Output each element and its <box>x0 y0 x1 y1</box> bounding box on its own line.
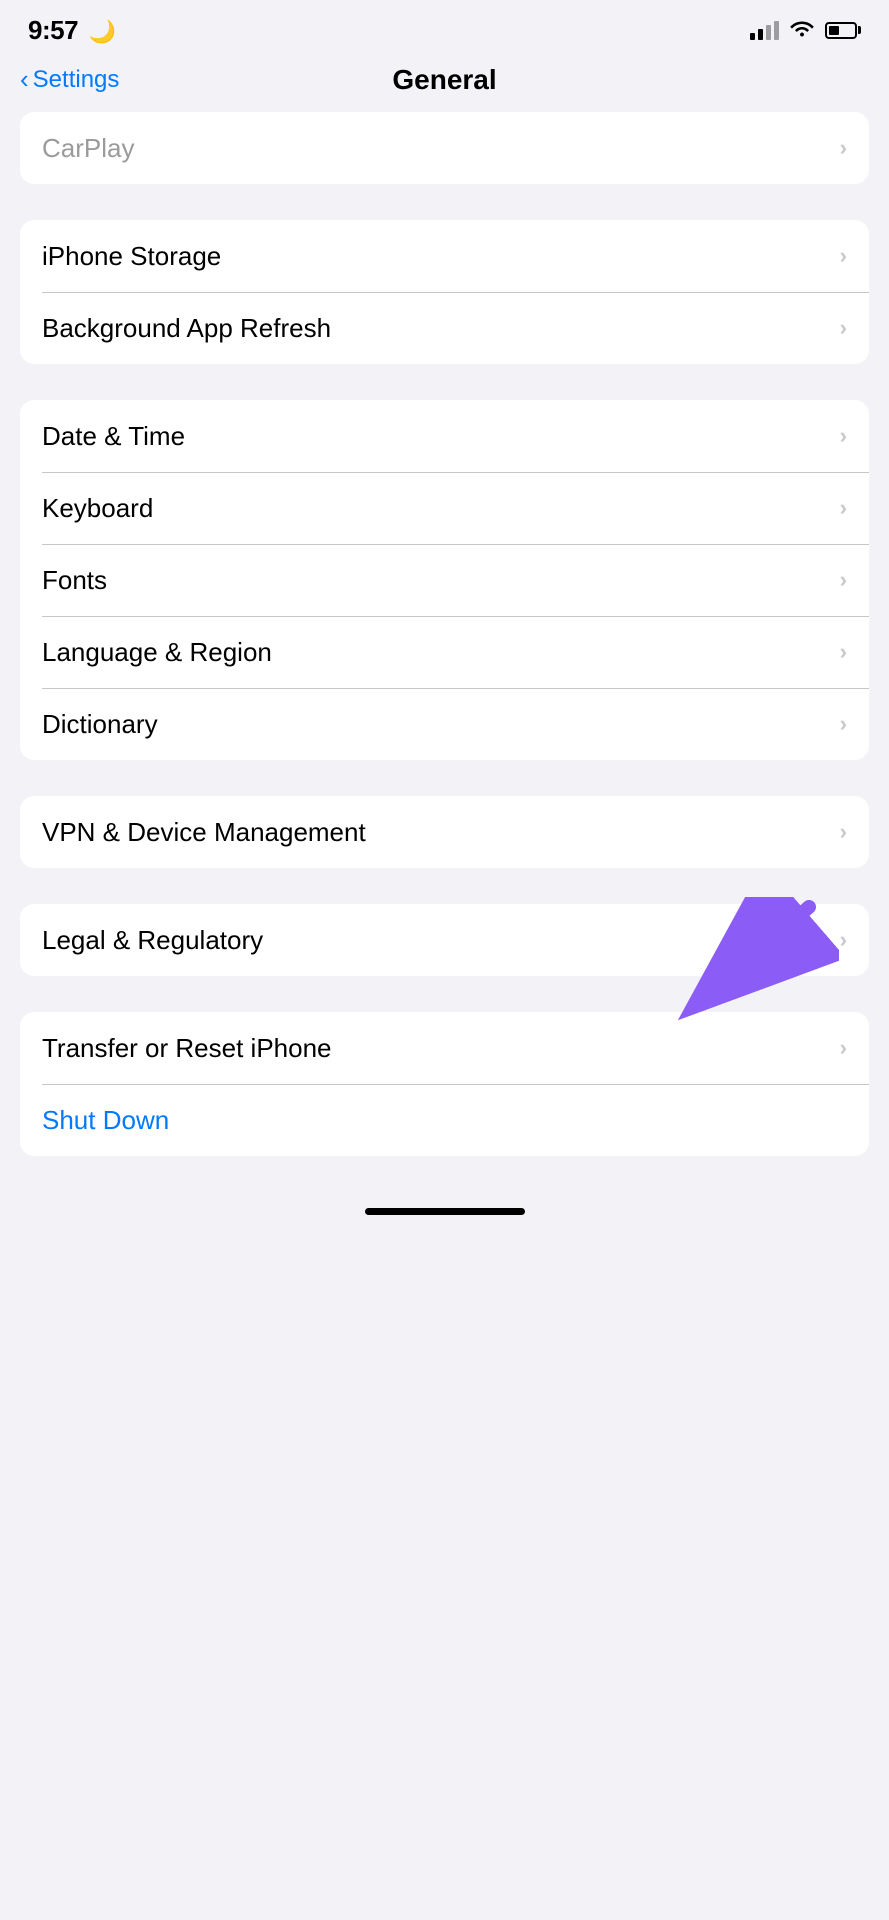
reset-group: Transfer or Reset iPhone › Shut Down <box>20 1012 869 1156</box>
fonts-chevron-icon: › <box>840 567 847 593</box>
background-app-refresh-label: Background App Refresh <box>42 313 331 344</box>
carplay-row-right: › <box>840 135 847 161</box>
date-time-row[interactable]: Date & Time › <box>20 400 869 472</box>
background-app-refresh-row[interactable]: Background App Refresh › <box>20 292 869 364</box>
status-icons <box>750 17 861 43</box>
language-region-label: Language & Region <box>42 637 272 668</box>
carplay-row[interactable]: CarPlay › <box>20 112 869 184</box>
vpn-device-label: VPN & Device Management <box>42 817 366 848</box>
language-region-row[interactable]: Language & Region › <box>20 616 869 688</box>
moon-icon: 🌙 <box>89 19 116 44</box>
back-chevron-icon: ‹ <box>20 66 29 92</box>
carplay-label: CarPlay <box>42 133 134 164</box>
background-app-refresh-chevron-icon: › <box>840 315 847 341</box>
back-label: Settings <box>33 66 120 94</box>
legal-regulatory-label: Legal & Regulatory <box>42 925 263 956</box>
time-display: 9:57 <box>28 15 78 45</box>
iphone-storage-label: iPhone Storage <box>42 241 221 272</box>
signal-icon <box>750 20 779 40</box>
transfer-reset-chevron-icon: › <box>840 1035 847 1061</box>
language-region-chevron-icon: › <box>840 639 847 665</box>
keyboard-chevron-icon: › <box>840 495 847 521</box>
date-time-label: Date & Time <box>42 421 185 452</box>
home-bar <box>365 1208 525 1215</box>
vpn-group: VPN & Device Management › <box>20 796 869 868</box>
home-indicator <box>0 1192 889 1235</box>
dictionary-chevron-icon: › <box>840 711 847 737</box>
wifi-icon <box>789 17 815 43</box>
page-title: General <box>392 64 496 96</box>
iphone-storage-chevron-icon: › <box>840 243 847 269</box>
shut-down-label: Shut Down <box>42 1105 169 1136</box>
vpn-device-chevron-icon: › <box>840 819 847 845</box>
shut-down-row[interactable]: Shut Down <box>20 1084 869 1156</box>
back-button[interactable]: ‹ Settings <box>20 66 119 94</box>
keyboard-label: Keyboard <box>42 493 153 524</box>
status-time: 9:57 🌙 <box>28 15 116 46</box>
transfer-reset-label: Transfer or Reset iPhone <box>42 1033 332 1064</box>
dictionary-row[interactable]: Dictionary › <box>20 688 869 760</box>
keyboard-row[interactable]: Keyboard › <box>20 472 869 544</box>
settings-content: CarPlay › iPhone Storage › Background Ap… <box>0 112 889 1156</box>
purple-arrow-icon <box>639 897 839 1027</box>
vpn-device-row[interactable]: VPN & Device Management › <box>20 796 869 868</box>
battery-icon <box>825 22 861 39</box>
fonts-row[interactable]: Fonts › <box>20 544 869 616</box>
date-time-chevron-icon: › <box>840 423 847 449</box>
locale-group: Date & Time › Keyboard › Fonts › Languag… <box>20 400 869 760</box>
dictionary-label: Dictionary <box>42 709 158 740</box>
legal-regulatory-chevron-icon: › <box>840 927 847 953</box>
fonts-label: Fonts <box>42 565 107 596</box>
status-bar: 9:57 🌙 <box>0 0 889 54</box>
iphone-storage-row[interactable]: iPhone Storage › <box>20 220 869 292</box>
carplay-chevron-icon: › <box>840 135 847 161</box>
nav-bar: ‹ Settings General <box>0 54 889 112</box>
carplay-group: CarPlay › <box>20 112 869 184</box>
storage-group: iPhone Storage › Background App Refresh … <box>20 220 869 364</box>
